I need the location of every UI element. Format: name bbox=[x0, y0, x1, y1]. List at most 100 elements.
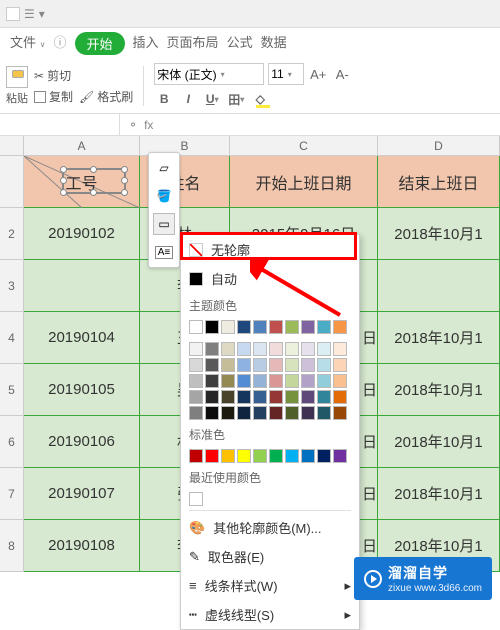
paste-group[interactable]: 粘贴 bbox=[6, 66, 28, 106]
menu-eyedropper[interactable]: ✎ 取色器(E) bbox=[181, 542, 359, 571]
color-swatch[interactable] bbox=[269, 320, 283, 334]
color-swatch[interactable] bbox=[301, 320, 315, 334]
color-swatch[interactable] bbox=[189, 358, 203, 372]
selectall-corner[interactable] bbox=[0, 136, 24, 155]
shape-text-button[interactable]: A≡ bbox=[153, 241, 175, 263]
color-swatch[interactable] bbox=[221, 374, 235, 388]
inc-font-button[interactable]: A+ bbox=[308, 64, 328, 84]
color-swatch[interactable] bbox=[333, 358, 347, 372]
color-swatch[interactable] bbox=[253, 449, 267, 463]
color-swatch[interactable] bbox=[205, 390, 219, 404]
shape-btn-1[interactable]: ▱ bbox=[153, 157, 175, 179]
cell[interactable]: 20190105 bbox=[24, 364, 140, 416]
cell[interactable]: 2018年10月1 bbox=[378, 468, 500, 520]
cell[interactable]: 20190106 bbox=[24, 416, 140, 468]
cell[interactable]: 2018年10月1 bbox=[378, 416, 500, 468]
color-swatch[interactable] bbox=[221, 358, 235, 372]
shape-fill-button[interactable]: 🪣 bbox=[153, 185, 175, 207]
color-swatch[interactable] bbox=[189, 320, 203, 334]
color-swatch[interactable] bbox=[237, 374, 251, 388]
fill-color-button[interactable]: ◇ bbox=[250, 89, 270, 109]
cell[interactable]: 2018年10月1 bbox=[378, 364, 500, 416]
color-swatch[interactable] bbox=[317, 406, 331, 420]
color-swatch[interactable] bbox=[253, 374, 267, 388]
menu-line-style[interactable]: ≡ 线条样式(W) ▸ bbox=[181, 571, 359, 600]
color-swatch[interactable] bbox=[285, 449, 299, 463]
color-swatch[interactable] bbox=[253, 342, 267, 356]
tab-start[interactable]: 开始 bbox=[75, 32, 125, 55]
color-swatch[interactable] bbox=[205, 374, 219, 388]
rowhead[interactable]: 8 bbox=[0, 520, 24, 572]
color-swatch[interactable] bbox=[253, 320, 267, 334]
color-swatch[interactable] bbox=[285, 342, 299, 356]
cancel-icon[interactable]: ⚬ bbox=[128, 118, 138, 132]
menu-dash-style[interactable]: ┅ 虚线线型(S) ▸ bbox=[181, 600, 359, 629]
color-swatch[interactable] bbox=[189, 342, 203, 356]
color-swatch[interactable] bbox=[317, 449, 331, 463]
color-swatch[interactable] bbox=[317, 374, 331, 388]
color-swatch[interactable] bbox=[301, 406, 315, 420]
tab-formula[interactable]: 公式 bbox=[227, 32, 253, 55]
color-swatch[interactable] bbox=[269, 406, 283, 420]
quick-access-2[interactable]: ▾ bbox=[39, 7, 45, 21]
cell-D1[interactable]: 结束上班日 bbox=[378, 156, 500, 208]
border-button[interactable]: 田▾ bbox=[226, 89, 246, 109]
colhead-D[interactable]: D bbox=[378, 136, 500, 155]
shape-selection[interactable] bbox=[62, 168, 126, 194]
color-swatch[interactable] bbox=[285, 390, 299, 404]
color-swatch[interactable] bbox=[269, 358, 283, 372]
cut-button[interactable]: ✂ 剪切 bbox=[34, 67, 133, 84]
shape-outline-button[interactable]: ▭ bbox=[153, 213, 175, 235]
colhead-C[interactable]: C bbox=[230, 136, 378, 155]
color-swatch[interactable] bbox=[237, 342, 251, 356]
color-swatch[interactable] bbox=[333, 406, 347, 420]
color-swatch[interactable] bbox=[285, 374, 299, 388]
color-swatch[interactable] bbox=[317, 320, 331, 334]
color-swatch[interactable] bbox=[221, 390, 235, 404]
font-name-select[interactable]: 宋体 (正文)▾ bbox=[154, 63, 264, 85]
cell[interactable]: 20190102 bbox=[24, 208, 140, 260]
color-swatch[interactable] bbox=[221, 449, 235, 463]
color-swatch[interactable] bbox=[237, 320, 251, 334]
color-swatch[interactable] bbox=[317, 342, 331, 356]
color-swatch[interactable] bbox=[237, 406, 251, 420]
color-swatch[interactable] bbox=[237, 390, 251, 404]
cell[interactable]: 2018年10月1 bbox=[378, 208, 500, 260]
rowhead[interactable]: 3 bbox=[0, 260, 24, 312]
color-swatch[interactable] bbox=[221, 320, 235, 334]
menu-more-colors[interactable]: 🎨 其他轮廓颜色(M)... bbox=[181, 513, 359, 542]
rowhead[interactable]: 5 bbox=[0, 364, 24, 416]
color-swatch[interactable] bbox=[237, 358, 251, 372]
color-swatch[interactable] bbox=[205, 449, 219, 463]
tab-file[interactable]: 文件 ∨ bbox=[10, 32, 46, 55]
rowhead[interactable]: 7 bbox=[0, 468, 24, 520]
color-swatch[interactable] bbox=[205, 342, 219, 356]
color-swatch[interactable] bbox=[253, 390, 267, 404]
cell[interactable] bbox=[378, 260, 500, 312]
color-swatch[interactable] bbox=[301, 358, 315, 372]
copy-button[interactable]: 复制 bbox=[34, 88, 73, 105]
rowhead[interactable]: 2 bbox=[0, 208, 24, 260]
color-swatch[interactable] bbox=[301, 449, 315, 463]
name-box[interactable] bbox=[0, 114, 120, 135]
color-swatch[interactable] bbox=[189, 406, 203, 420]
color-swatch[interactable] bbox=[317, 390, 331, 404]
color-swatch[interactable] bbox=[253, 358, 267, 372]
color-swatch[interactable] bbox=[237, 449, 251, 463]
color-swatch[interactable] bbox=[269, 374, 283, 388]
color-swatch[interactable] bbox=[189, 449, 203, 463]
color-swatch[interactable] bbox=[205, 406, 219, 420]
cell[interactable]: 20190107 bbox=[24, 468, 140, 520]
color-swatch[interactable] bbox=[189, 390, 203, 404]
color-swatch[interactable] bbox=[205, 320, 219, 334]
color-swatch[interactable] bbox=[189, 374, 203, 388]
color-swatch[interactable] bbox=[333, 342, 347, 356]
italic-button[interactable]: I bbox=[178, 89, 198, 109]
colhead-A[interactable]: A bbox=[24, 136, 140, 155]
font-size-select[interactable]: 11▾ bbox=[268, 63, 304, 85]
tab-layout[interactable]: 页面布局 bbox=[167, 32, 219, 55]
color-swatch[interactable] bbox=[333, 449, 347, 463]
color-swatch[interactable] bbox=[285, 320, 299, 334]
cell[interactable]: 20190104 bbox=[24, 312, 140, 364]
color-swatch[interactable] bbox=[301, 342, 315, 356]
